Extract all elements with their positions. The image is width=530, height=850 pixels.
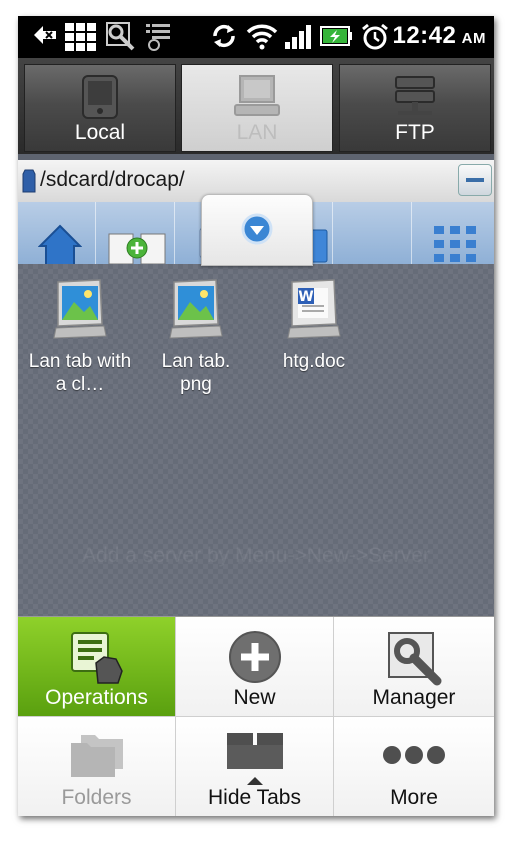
- wifi-icon: [246, 22, 278, 54]
- file-name: Lan tab with a cl…: [28, 351, 132, 395]
- options-menu: Operations New Manager Folders Hide Tabs: [18, 616, 494, 816]
- status-bar: 12:42 AM: [18, 16, 494, 58]
- menu-hide-tabs[interactable]: Hide Tabs: [176, 717, 334, 816]
- menu-operations-label: Operations: [45, 686, 148, 709]
- clock-ampm: AM: [461, 30, 486, 47]
- file-name: htg.doc: [282, 351, 346, 372]
- menu-more[interactable]: More: [334, 717, 494, 816]
- toolbar-blank-button[interactable]: [334, 202, 412, 264]
- menu-manager-label: Manager: [372, 686, 456, 709]
- tab-lan-label: LAN: [236, 121, 278, 144]
- empty-hint-text: Add a server by Menu->New->Server: [82, 544, 430, 567]
- wrench-manager-icon: [385, 629, 443, 691]
- hide-tabs-icon: [223, 729, 287, 793]
- home-button[interactable]: [18, 202, 96, 264]
- tab-local[interactable]: Local: [24, 64, 176, 152]
- server-icon: [392, 75, 438, 125]
- computer-icon: [232, 75, 282, 123]
- file-item[interactable]: Lan tab with a cl…: [24, 278, 136, 396]
- sdcard-icon: [22, 169, 36, 197]
- menu-folders-label: Folders: [61, 786, 132, 809]
- phone-icon: [80, 75, 120, 123]
- folders-icon: [67, 729, 127, 785]
- file-grid: Lan tab with a cl… Lan tab. png W htg.do…: [18, 264, 494, 616]
- thumbnails-button[interactable]: [416, 202, 494, 264]
- new-server-icon: [107, 224, 171, 264]
- tab-ftp-label: FTP: [395, 121, 435, 144]
- home-icon: [37, 224, 83, 264]
- dropdown-icon: [241, 213, 273, 249]
- menu-new-label: New: [233, 686, 276, 709]
- more-dots-icon: [382, 743, 446, 771]
- collapse-toolbar-button[interactable]: [458, 164, 492, 196]
- image-file-icon: [140, 278, 252, 344]
- menu-more-label: More: [390, 786, 438, 809]
- thumbnails-icon: [432, 224, 478, 264]
- grid-icon: [64, 22, 98, 56]
- tab-local-label: Local: [74, 121, 126, 144]
- alarm-icon: [360, 22, 390, 56]
- wrench-icon: [106, 22, 136, 56]
- plus-circle-icon: [227, 629, 283, 689]
- back-arrow-icon: [32, 22, 58, 52]
- clock: 12:42 AM: [392, 22, 486, 50]
- svg-text:W: W: [298, 289, 313, 305]
- file-item[interactable]: Lan tab. png: [140, 278, 252, 396]
- menu-manager[interactable]: Manager: [334, 617, 494, 717]
- menu-operations[interactable]: Operations: [18, 617, 176, 717]
- signal-icon: [284, 22, 314, 54]
- battery-charging-icon: [318, 22, 354, 54]
- word-file-icon: W: [258, 278, 370, 344]
- device-screen: 12:42 AM Local LAN FTP /sdcard/drocap/ L…: [18, 16, 494, 816]
- file-name: Lan tab. png: [161, 351, 231, 395]
- operations-icon: [68, 629, 126, 691]
- sync-icon: [210, 22, 238, 54]
- menu-hide-tabs-label: Hide Tabs: [207, 786, 301, 809]
- tab-ftp[interactable]: FTP: [339, 64, 491, 152]
- tab-lan[interactable]: LAN: [181, 64, 333, 152]
- tab-bar: Local LAN FTP: [18, 58, 494, 154]
- file-item[interactable]: W htg.doc: [258, 278, 370, 373]
- menu-new[interactable]: New: [176, 617, 334, 717]
- usb-debug-icon: [144, 22, 174, 56]
- image-file-icon: [24, 278, 136, 344]
- new-server-button[interactable]: [97, 202, 175, 264]
- clock-time: 12:42: [392, 22, 457, 49]
- current-path[interactable]: /sdcard/drocap/: [40, 168, 185, 192]
- toolbar-dropdown-handle[interactable]: [201, 194, 313, 266]
- menu-folders[interactable]: Folders: [18, 717, 176, 816]
